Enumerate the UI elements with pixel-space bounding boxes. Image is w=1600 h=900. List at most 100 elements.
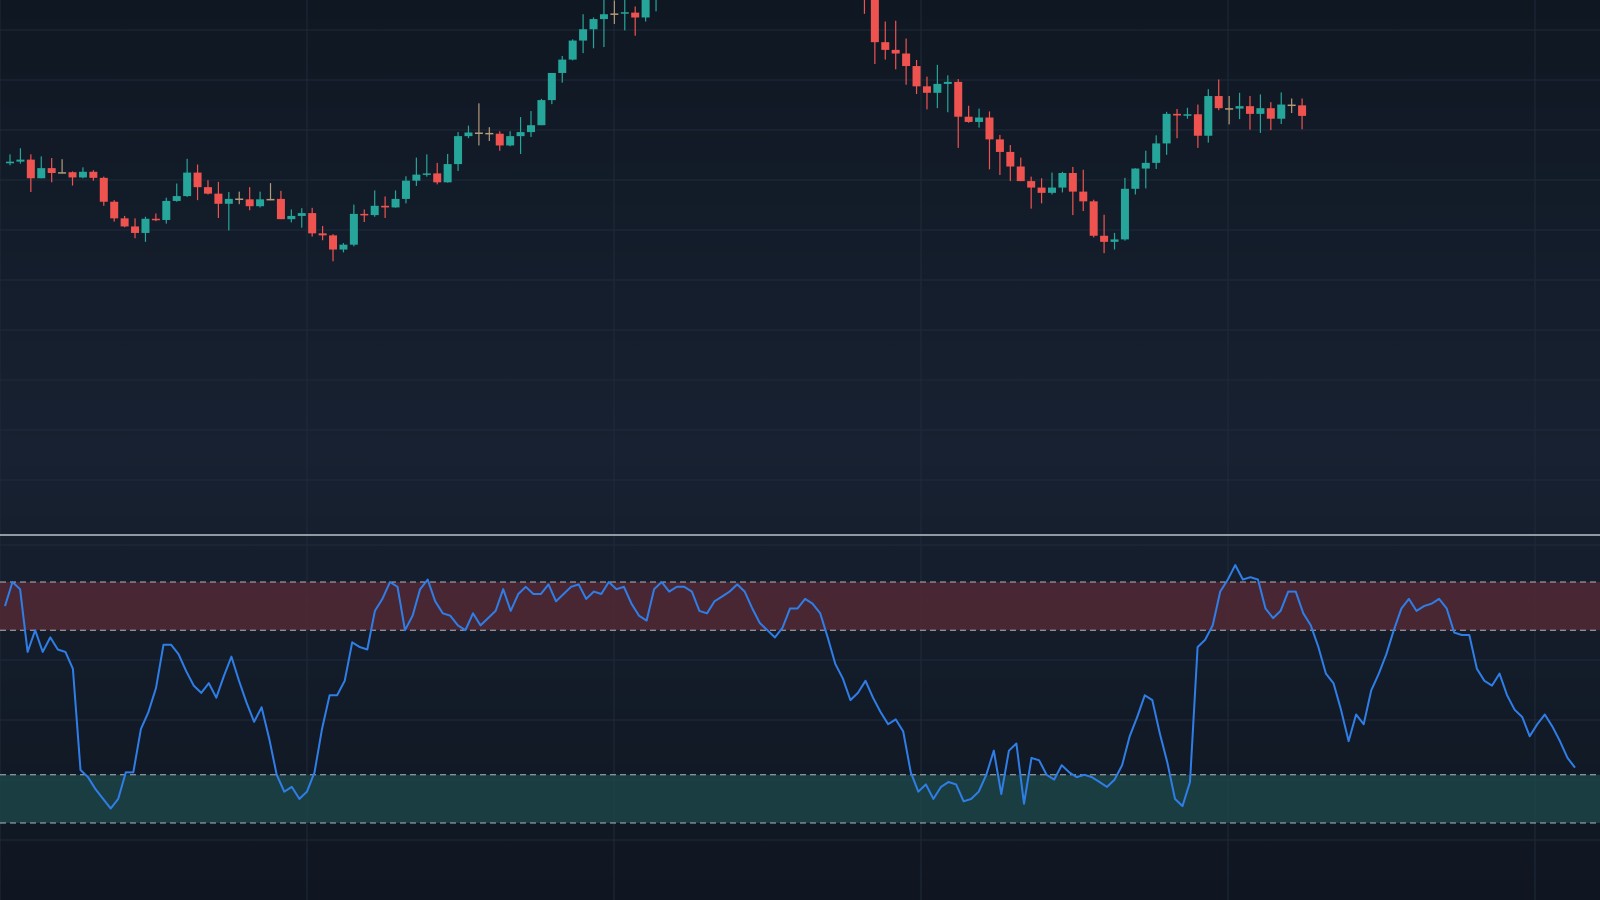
candle-body — [433, 173, 442, 183]
candle-body — [1152, 143, 1161, 163]
candle-body — [1016, 166, 1025, 182]
candle-body — [547, 72, 556, 101]
candle-body — [110, 201, 119, 219]
candle-body — [985, 117, 994, 140]
candle-body — [99, 177, 108, 202]
candle-body — [422, 173, 431, 175]
candle-body — [1120, 188, 1129, 240]
candle-body — [506, 136, 515, 146]
candle-body — [16, 159, 25, 162]
candle-body — [141, 218, 150, 233]
candle-body — [1027, 181, 1036, 188]
candle-body — [631, 12, 640, 18]
candle-body — [89, 171, 98, 178]
candle-body — [485, 132, 494, 135]
candle-body — [589, 19, 598, 30]
candle-body — [558, 59, 567, 73]
candle-body — [151, 218, 160, 221]
candle-body — [454, 136, 463, 165]
candle-body — [276, 198, 285, 220]
candle-body — [1079, 191, 1088, 202]
candle-body — [579, 29, 588, 41]
candle-body — [370, 205, 379, 216]
candle — [1089, 199, 1098, 238]
candle-body — [1256, 108, 1265, 114]
candle-body — [568, 40, 577, 60]
candle-body — [401, 180, 410, 199]
candle-body — [308, 213, 317, 234]
candle-body — [912, 66, 921, 87]
candle-body — [516, 132, 525, 137]
candle-body — [68, 172, 77, 178]
candle-body — [537, 100, 546, 126]
candle-body — [1214, 96, 1223, 109]
candle-body — [902, 53, 911, 67]
candle-body — [610, 13, 619, 15]
candle-body — [599, 14, 608, 20]
candle-body — [329, 235, 338, 250]
candle-body — [443, 164, 452, 183]
candle-body — [1204, 96, 1213, 136]
candle-body — [1058, 172, 1067, 188]
candle-body — [1100, 235, 1109, 242]
candle-body — [891, 49, 900, 54]
candle — [537, 98, 546, 126]
candle-body — [1245, 106, 1254, 114]
candle-body — [1193, 114, 1202, 136]
candle-body — [6, 161, 14, 164]
candle-body — [1141, 162, 1150, 169]
candle-body — [47, 168, 56, 173]
candle-body — [1162, 113, 1171, 144]
candle-body — [37, 168, 46, 179]
candle-body — [1266, 108, 1275, 119]
chart-svg — [0, 0, 1600, 900]
candle-body — [1089, 201, 1098, 236]
candle-body — [1037, 187, 1046, 193]
candle — [1204, 89, 1213, 143]
candle-body — [954, 81, 963, 117]
candle-body — [360, 213, 369, 216]
candle-body — [203, 187, 212, 194]
candle-body — [975, 117, 984, 122]
candle-body — [266, 198, 275, 201]
candle-body — [287, 215, 296, 220]
candle-body — [1277, 104, 1286, 119]
candle-body — [495, 133, 504, 146]
candle — [99, 176, 108, 206]
candle-body — [1235, 106, 1244, 109]
candle-body — [120, 218, 129, 227]
candle-body — [464, 132, 473, 137]
candle-body — [349, 213, 358, 245]
candle-body — [474, 132, 483, 134]
candle-body — [412, 174, 421, 181]
candle-body — [881, 42, 890, 50]
candle — [547, 72, 556, 105]
candle-body — [78, 171, 87, 178]
candle-body — [620, 12, 629, 14]
candle-body — [224, 198, 233, 204]
candle-body — [1110, 239, 1119, 242]
candle-body — [1287, 104, 1296, 107]
candle-body — [933, 83, 942, 93]
candle-body — [26, 159, 35, 179]
oversold-zone — [0, 774, 1600, 823]
candle-body — [870, 0, 879, 43]
candle-body — [527, 125, 535, 133]
candle-body — [381, 205, 390, 208]
candle-body — [1006, 151, 1015, 167]
candle-body — [297, 213, 306, 216]
candle-body — [1173, 113, 1182, 116]
chart-background — [0, 0, 1600, 900]
candle — [162, 197, 171, 224]
candle-body — [214, 193, 223, 204]
candle-body — [339, 244, 348, 250]
candle-body — [193, 172, 202, 188]
candle-body — [162, 200, 171, 220]
chart-area — [0, 0, 1600, 900]
candle-body — [1183, 114, 1192, 116]
candle-body — [1068, 172, 1077, 192]
candle-body — [58, 172, 67, 174]
candle-body — [1225, 108, 1234, 110]
candle-body — [318, 233, 327, 236]
candle-body — [943, 81, 952, 84]
